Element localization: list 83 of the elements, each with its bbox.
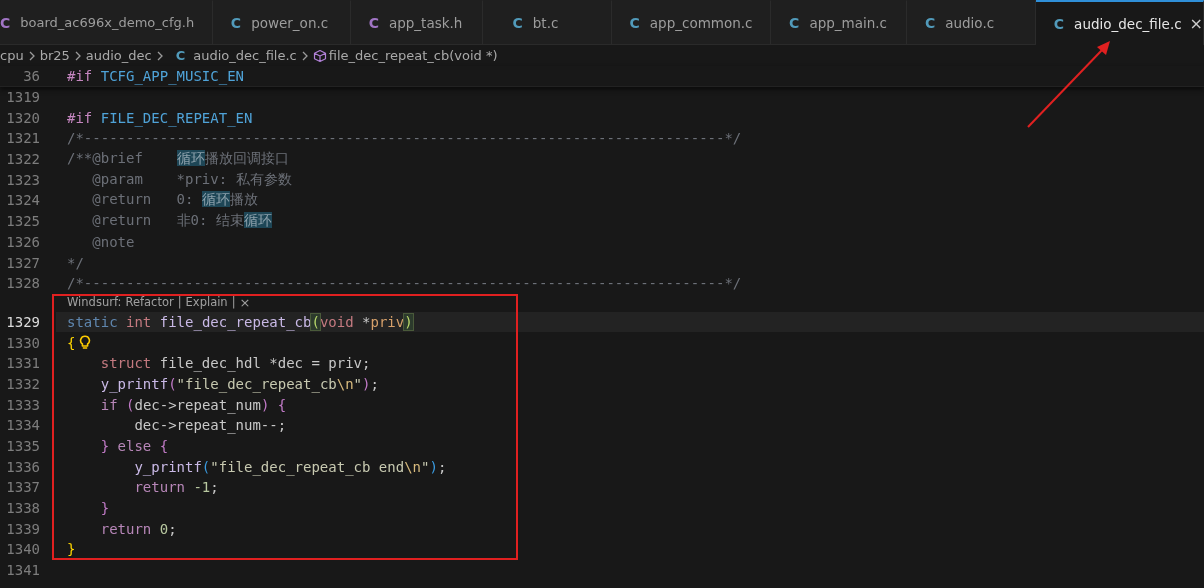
line-number: 1321 [5,130,40,147]
lightbulb-icon[interactable] [79,335,92,351]
code-line: static int file_dec_repeat_cb(void *priv) [67,313,413,330]
line-number: 1332 [5,375,40,392]
code-line: if (dec->repeat_num) { [99,396,287,413]
c-file-icon: C [368,14,379,31]
code-line: */ [67,254,84,271]
line-number: 1338 [5,500,40,517]
line-number: 1331 [5,355,40,372]
editor-tab[interactable]: C audio.c [906,0,1036,44]
line-number: 36 [22,67,40,84]
editor-tab[interactable]: C board_ac696x_demo_cfg.h [0,0,213,44]
line-number: 1329 [5,313,40,330]
code-line: } else { [99,438,169,455]
editor-tab[interactable]: C audio_dec_file.c × [1035,0,1204,45]
code-line: @return 非0: 结束循环 [91,212,272,231]
codelens-separator: | [177,295,182,311]
line-number: 1330 [5,334,40,351]
line-number: 1325 [5,213,40,230]
line-number: 1326 [5,233,40,250]
line-number: 1341 [5,562,40,579]
line-number: 1327 [5,254,40,271]
code-line: /*----------------------------------------------------------------------------*/ [67,275,742,292]
code-line: y_printf("file_dec_repeat_cb\n"); [99,375,379,392]
tab-label: app_common.c [649,14,753,31]
line-number: 1335 [5,438,40,455]
code-line: dec->repeat_num--; [133,417,287,434]
editor-tab[interactable]: C power_on.c [212,0,351,44]
line-number: 1336 [5,458,40,475]
code-line: y_printf("file_dec_repeat_cb end\n"); [133,458,447,475]
line-number: 1340 [5,541,40,558]
breadcrumb-item[interactable]: cpu [0,48,24,63]
code-line: struct file_dec_hdl *dec = priv; [99,355,371,372]
codelens-separator: | [231,295,236,311]
line-number: 1339 [5,520,40,537]
c-file-icon: C [512,14,523,31]
editor-tab[interactable]: C bt.c [482,0,612,44]
c-file-icon: C [230,14,242,31]
tab-label: bt.c [532,14,559,31]
codelens-action[interactable]: Explain [185,295,228,311]
c-file-icon: C [0,14,11,31]
tab-label: app_task.h [388,14,463,31]
line-number: 1322 [5,151,40,168]
line-number: 1324 [5,192,40,209]
c-file-icon: C [924,14,936,31]
c-file-icon: C [1053,15,1065,32]
code-line: /*----------------------------------------------------------------------------*/ [67,130,742,147]
c-file-icon: C [629,14,640,31]
breadcrumb-item[interactable]: br25 [39,48,70,63]
breadcrumb-item[interactable]: audio_dec [85,48,152,63]
editor-tab[interactable]: C app_common.c [611,0,772,44]
breadcrumb-item[interactable]: audio_dec_file.c [193,48,297,63]
line-number: 1320 [5,109,40,126]
c-file-icon: C [175,48,186,63]
breadcrumb-item[interactable]: file_dec_repeat_cb(void *) [328,48,498,63]
editor-tab[interactable]: C app_task.h [350,0,483,44]
codelens-action[interactable]: Refactor [125,295,174,311]
close-icon[interactable]: × [1189,14,1203,33]
line-number: 1333 [5,396,40,413]
codelens-label: Windsurf: [67,295,122,311]
editor-tab[interactable]: C app_main.c [771,0,907,44]
line-number: 1323 [5,171,40,188]
code-line: return -1; [133,479,219,496]
code-line: } [99,500,110,517]
code-line: @note [91,233,135,250]
line-number: 1319 [5,89,40,106]
code-line: } [67,541,76,558]
c-file-icon: C [789,14,800,31]
tab-label: app_main.c [809,14,887,31]
code-line: { [67,334,76,351]
tab-label: audio.c [945,14,995,31]
code-line: #if FILE_DEC_REPEAT_EN [67,109,253,126]
line-number: 1334 [5,417,40,434]
tab-label: board_ac696x_demo_cfg.h [20,15,195,30]
code-line: return 0; [99,520,177,537]
close-icon[interactable]: × [239,295,251,311]
code-line: #if TCFG_APP_MUSIC_EN [67,67,244,84]
line-number: 1337 [5,479,40,496]
line-number: 1328 [5,275,40,292]
tab-label: power_on.c [251,14,329,31]
tab-label: audio_dec_file.c [1074,15,1182,32]
code-line: @param *priv: 私有参数 [91,170,292,189]
cube-icon [312,48,327,63]
